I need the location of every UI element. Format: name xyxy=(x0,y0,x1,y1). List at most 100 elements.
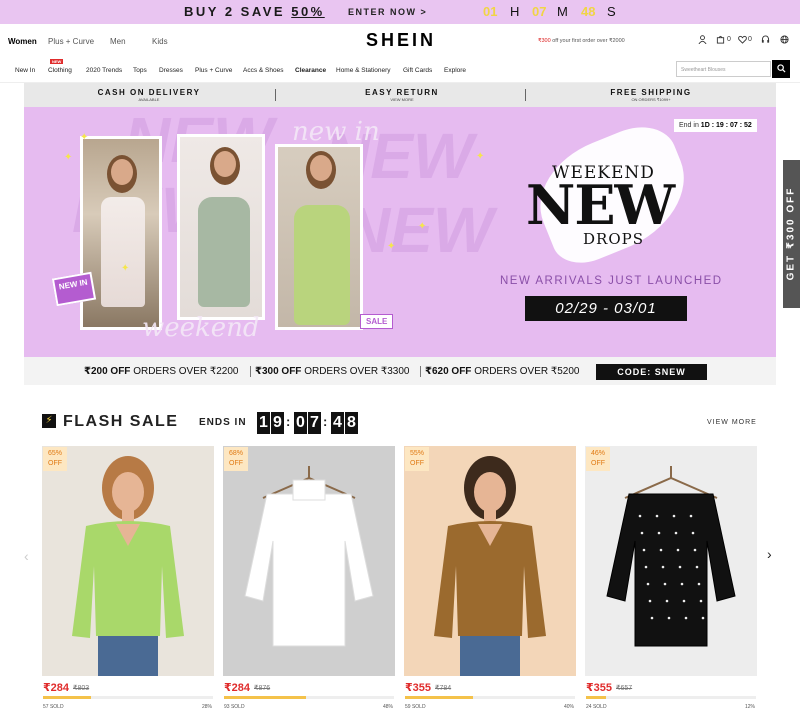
globe-icon[interactable] xyxy=(780,35,789,46)
nav-clothing[interactable]: Clothing xyxy=(48,67,72,74)
hero-subheadline: NEW ARRIVALS JUST LAUNCHED xyxy=(500,275,723,287)
first-order-promo: ₹300 off your first order over ₹2000 xyxy=(538,38,625,44)
wishlist-count: 0 xyxy=(748,36,752,43)
garment-illustration xyxy=(72,456,184,676)
product-image[interactable] xyxy=(404,446,576,676)
category-plus-curve[interactable]: Plus + Curve xyxy=(48,37,94,46)
view-more-link[interactable]: VIEW MORE xyxy=(707,419,757,426)
hero-countdown: End in 1D : 19 : 07 : 52 xyxy=(674,119,757,132)
nav-home-stationery[interactable]: Home & Stationery xyxy=(336,67,391,74)
sold-percent: 28% xyxy=(201,704,212,710)
product-image[interactable] xyxy=(42,446,214,676)
divider xyxy=(525,89,526,101)
nav-dresses[interactable]: Dresses xyxy=(159,67,183,74)
timer-digit: 8 xyxy=(345,412,358,434)
benefit-sub: AVAILABLE xyxy=(138,97,160,102)
nav-new-in[interactable]: New In xyxy=(15,67,35,74)
site-header: Women Plus + Curve Men Kids SHEIN ₹300 o… xyxy=(0,24,800,57)
model-photo-2 xyxy=(177,134,265,320)
coupon-strip[interactable]: ₹200 OFF ORDERS OVER ₹2200 ₹300 OFF ORDE… xyxy=(24,357,776,385)
nav-accs-shoes[interactable]: Accs & Shoes xyxy=(243,67,283,74)
hero-dates: 02/29 - 03/01 xyxy=(525,296,687,321)
benefit-cod[interactable]: CASH ON DELIVERY AVAILABLE xyxy=(69,88,229,102)
garment-illustration xyxy=(606,466,736,647)
carousel-prev-icon[interactable]: ‹ xyxy=(24,548,29,564)
get-offer-side-tab[interactable]: ‹ GET ₹300 OFF xyxy=(783,160,800,308)
wishlist-icon[interactable] xyxy=(738,35,747,46)
coupon-1[interactable]: ₹200 OFF ORDERS OVER ₹2200 xyxy=(84,366,239,377)
sold-progress-bar xyxy=(405,696,575,699)
benefit-title: CASH ON DELIVERY xyxy=(97,88,201,97)
sold-count: 57 SOLD xyxy=(43,704,64,710)
carousel-next-icon[interactable]: › xyxy=(767,546,772,562)
hero-banner[interactable]: NEW NEW NEW NEW new in weekend NEW IN SA… xyxy=(24,107,776,357)
nav-clearance[interactable]: Clearance xyxy=(295,67,326,74)
search-button[interactable] xyxy=(772,60,790,78)
sold-percent: 48% xyxy=(382,704,393,710)
timer-digit: 0 xyxy=(294,412,307,434)
search-input[interactable]: Sweetheart Blouses xyxy=(676,61,771,77)
nav-gift-cards[interactable]: Gift Cards xyxy=(403,67,432,74)
timer-digit: 9 xyxy=(271,412,284,434)
category-men[interactable]: Men xyxy=(110,37,126,46)
timer-digit: 7 xyxy=(308,412,321,434)
lightning-icon: ⚡ xyxy=(42,414,56,428)
sparkle-icon: ✦ xyxy=(121,263,130,274)
product-image[interactable] xyxy=(585,446,757,676)
sold-count: 59 SOLD xyxy=(405,704,426,710)
nav-2020-trends[interactable]: 2020 Trends xyxy=(86,67,122,74)
sold-percent: 12% xyxy=(744,704,755,710)
enter-now-link[interactable]: ENTER NOW > xyxy=(348,7,427,17)
benefits-strip: CASH ON DELIVERY AVAILABLE EASY RETURN V… xyxy=(24,83,776,107)
sparkle-icon: ✦ xyxy=(418,221,427,232)
shein-logo[interactable]: SHEIN xyxy=(366,30,436,51)
timer-colon: : xyxy=(323,414,328,429)
sparkle-icon: ✦ xyxy=(80,132,89,143)
flash-sale-title: FLASH SALE xyxy=(63,413,179,430)
new-badge: NEW xyxy=(50,59,64,64)
product-card[interactable]: 68% OFF ₹284 ₹876 93 SOLD 48% xyxy=(223,446,395,714)
product-price: ₹284 xyxy=(43,682,70,694)
user-icon[interactable] xyxy=(698,35,707,46)
product-price: ₹284 xyxy=(224,682,251,694)
nav-explore[interactable]: Explore xyxy=(444,67,466,74)
coupon-2[interactable]: ₹300 OFF ORDERS OVER ₹3300 xyxy=(255,366,410,377)
script-new-in: new in xyxy=(292,117,380,147)
countdown-seconds-unit: S xyxy=(607,4,616,19)
coupon-code[interactable]: CODE: SNEW xyxy=(596,364,707,380)
promo-bar[interactable]: BUY 2 SAVE 50% ENTER NOW > 01 H 07 M 48 … xyxy=(0,0,800,24)
discount-badge: 46% OFF xyxy=(586,447,610,471)
ends-in-label: ENDS IN xyxy=(199,417,247,428)
sold-percent: 40% xyxy=(563,704,574,710)
benefit-title: FREE SHIPPING xyxy=(610,88,692,97)
product-card[interactable]: 65% OFF ₹284 ₹803 57 SOLD 28% xyxy=(42,446,214,714)
cart-icon[interactable] xyxy=(716,35,725,46)
nav-tops[interactable]: Tops xyxy=(133,67,147,74)
benefit-easy-return[interactable]: EASY RETURN VIEW MORE xyxy=(322,88,482,102)
countdown-hours: 01 xyxy=(483,4,498,19)
countdown-minutes-unit: M xyxy=(557,4,568,19)
product-card[interactable]: 46% OFF ₹355 ₹657 24 SOLD 12% xyxy=(585,446,757,714)
sale-tag: SALE xyxy=(360,314,394,329)
divider xyxy=(250,366,251,377)
support-icon[interactable] xyxy=(761,35,770,46)
category-kids[interactable]: Kids xyxy=(152,37,168,46)
discount-badge: 68% OFF xyxy=(224,447,248,471)
headline-new: NEW xyxy=(526,173,675,237)
sold-progress-bar xyxy=(586,696,756,699)
product-price: ₹355 xyxy=(586,682,613,694)
product-image[interactable] xyxy=(223,446,395,676)
original-price: ₹876 xyxy=(254,685,271,692)
side-tab-label: GET ₹300 OFF xyxy=(785,186,797,281)
category-women[interactable]: Women xyxy=(8,37,37,46)
coupon-3[interactable]: ₹620 OFF ORDERS OVER ₹5200 xyxy=(425,366,580,377)
benefit-sub: ON ORDERS ₹1099+ xyxy=(631,97,671,102)
countdown-minutes: 07 xyxy=(532,4,547,19)
discount-badge: 65% OFF xyxy=(43,447,67,471)
product-card[interactable]: 55% OFF ₹355 ₹784 59 SOLD 40% xyxy=(404,446,576,714)
benefit-free-shipping[interactable]: FREE SHIPPING ON ORDERS ₹1099+ xyxy=(571,88,731,102)
discount-badge: 55% OFF xyxy=(405,447,429,471)
nav-plus-curve[interactable]: Plus + Curve xyxy=(195,67,232,74)
sold-progress-bar xyxy=(43,696,213,699)
model-photo-1 xyxy=(80,136,162,330)
